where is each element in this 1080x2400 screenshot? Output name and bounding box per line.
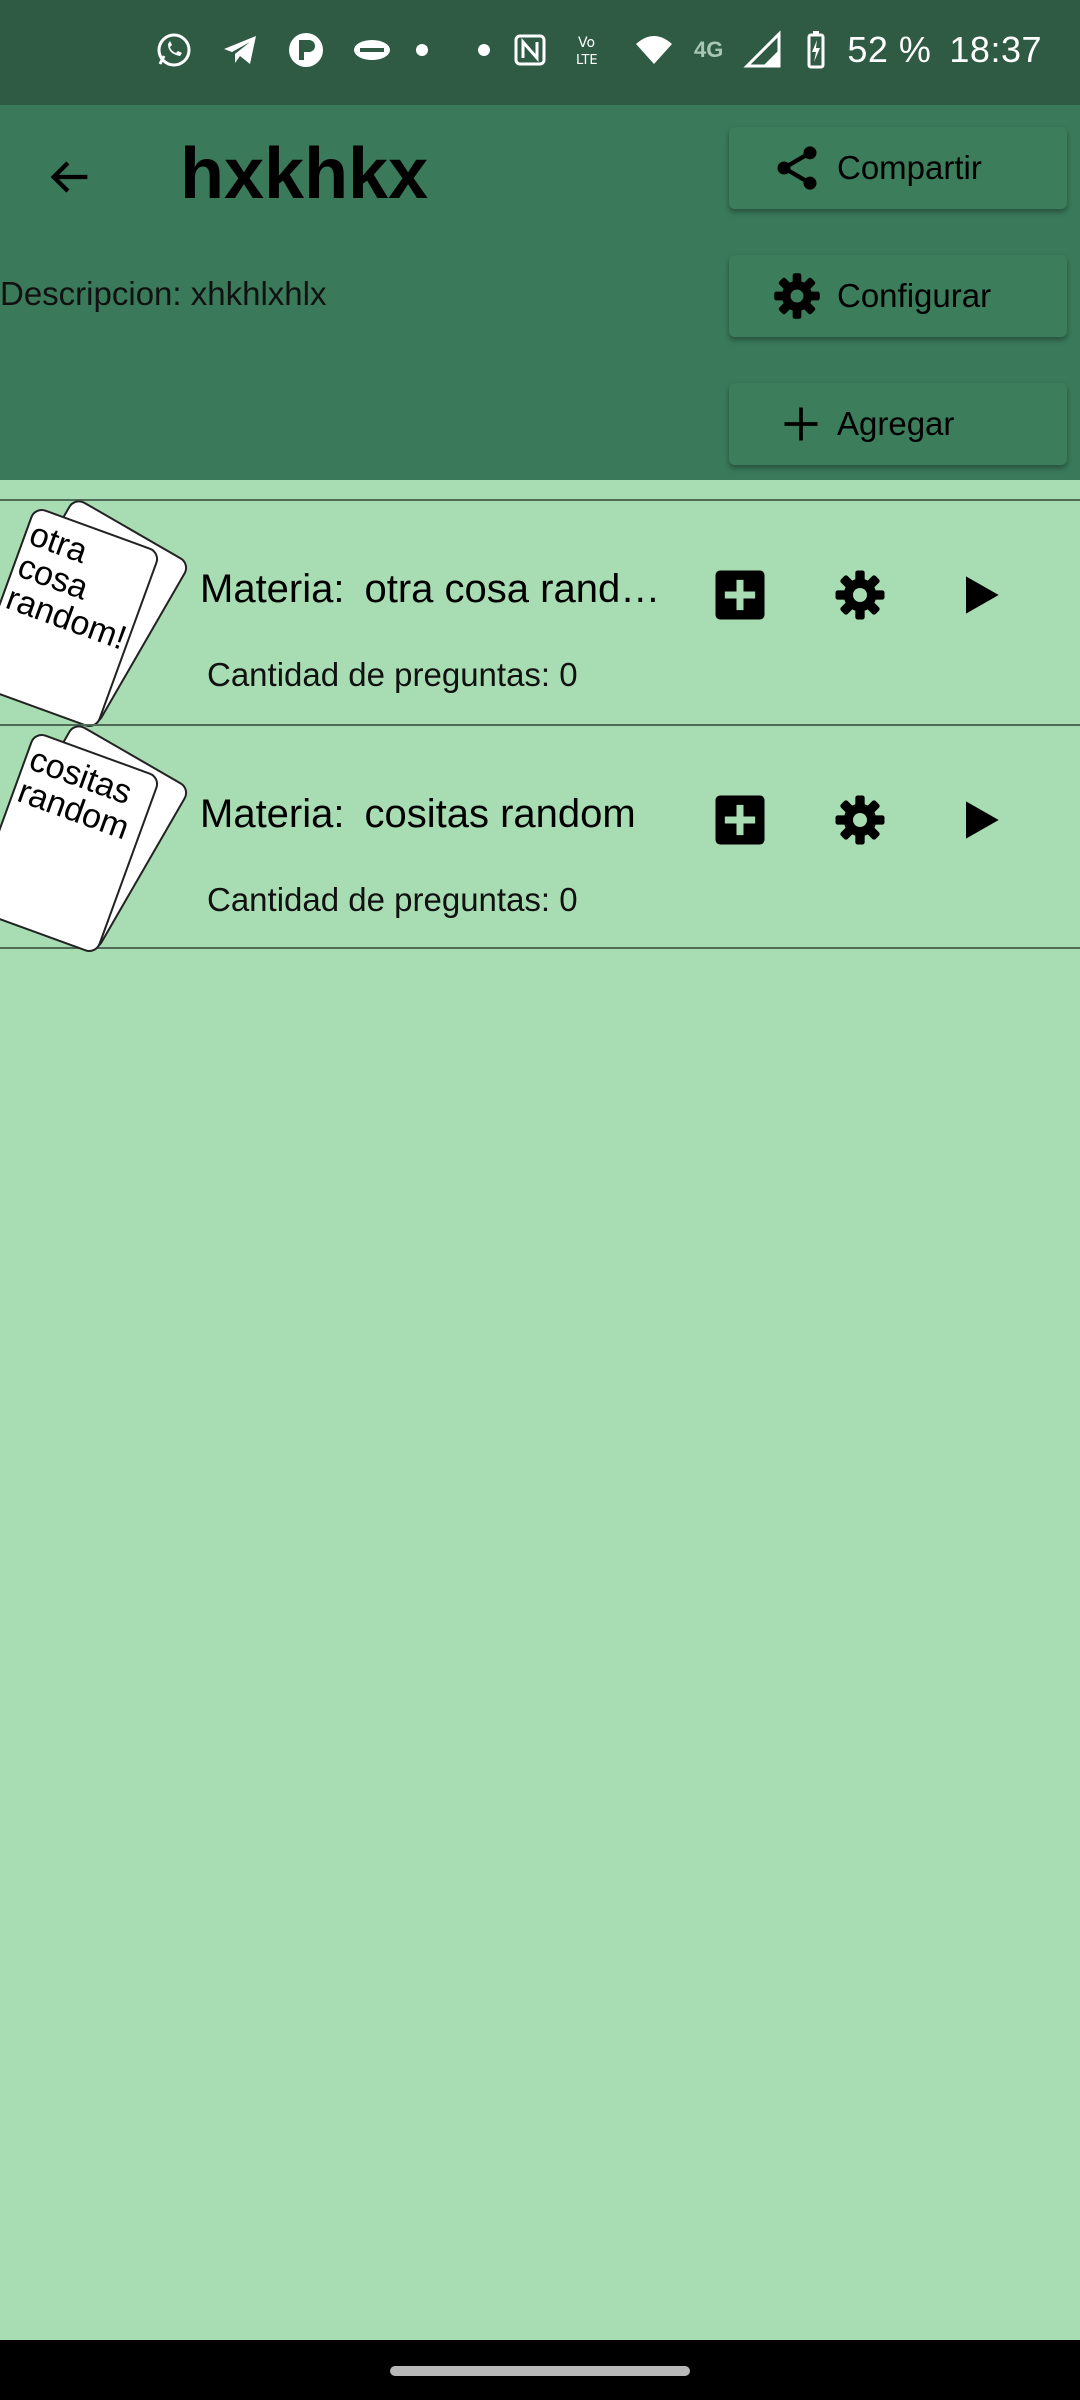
whatsapp-icon <box>152 28 196 72</box>
nfc-icon <box>508 28 552 72</box>
share-button[interactable]: Compartir <box>729 127 1067 209</box>
play-icon <box>966 801 999 839</box>
svg-text:LTE: LTE <box>576 53 598 68</box>
flashcard-stack: otra cosa random! <box>0 495 200 731</box>
network-type: 4G <box>693 37 724 62</box>
page-title: hxkhkx <box>180 134 429 214</box>
plus-box-icon <box>715 795 765 845</box>
status-notifications <box>152 28 428 72</box>
configure-label: Configurar <box>837 277 992 314</box>
subject-title: Materia: otra cosa rando… <box>200 567 680 612</box>
gear-icon <box>835 795 885 845</box>
subject-settings-button[interactable] <box>828 788 892 852</box>
subject-name: cositas random <box>364 792 636 836</box>
subject-title: Materia: cositas random <box>200 792 680 837</box>
subject-name: otra cosa rando… <box>364 567 681 611</box>
signal-icon <box>741 28 785 72</box>
telegram-icon <box>218 28 262 72</box>
list-item[interactable]: otra cosa random! Materia: otra cosa rand… <box>0 495 1080 731</box>
app-header: hxkhkx Descripcion: xhkhlxhlx Compartir … <box>0 105 1080 480</box>
subject-list: otra cosa random! Materia: otra cosa rand… <box>0 495 1080 956</box>
list-item[interactable]: cositas random Materia: cositas random Ca… <box>0 720 1080 956</box>
battery-percent: 52 % <box>847 29 932 70</box>
arrow-left-icon <box>50 161 88 193</box>
app-notification-icon <box>284 28 328 72</box>
subject-label: Materia: <box>200 567 345 611</box>
configure-button[interactable]: Configurar <box>729 255 1067 337</box>
add-question-button[interactable] <box>708 788 772 852</box>
flashcard-stack: cositas random <box>0 720 200 956</box>
share-label: Compartir <box>837 149 982 186</box>
notification-dot-icon <box>477 44 490 56</box>
battery-icon <box>803 28 829 72</box>
add-button[interactable]: Agregar <box>729 383 1067 465</box>
page-description: Descripcion: xhkhlxhlx <box>0 275 327 312</box>
notification-dot-icon <box>416 44 428 56</box>
gear-icon <box>774 273 820 319</box>
navigation-bar <box>0 2340 1080 2400</box>
back-button[interactable] <box>38 145 102 209</box>
play-button[interactable] <box>948 788 1012 852</box>
gear-icon <box>835 570 885 620</box>
question-count: Cantidad de preguntas: 0 <box>207 656 578 693</box>
volte-icon: Vo LTE <box>570 28 614 72</box>
add-question-button[interactable] <box>708 563 772 627</box>
plus-icon <box>784 407 818 441</box>
play-button[interactable] <box>948 563 1012 627</box>
status-bar: Vo LTE 4G 52 % 18:37 <box>0 0 1080 105</box>
clock: 18:37 <box>949 29 1042 70</box>
subject-label: Materia: <box>200 792 345 836</box>
status-system: Vo LTE 4G 52 % 18:37 <box>477 28 1042 72</box>
share-icon <box>777 146 817 190</box>
subject-settings-button[interactable] <box>828 563 892 627</box>
play-icon <box>966 576 999 614</box>
home-gesture-handle[interactable] <box>390 2366 690 2376</box>
plus-box-icon <box>715 570 765 620</box>
svg-text:Vo: Vo <box>578 35 595 51</box>
wifi-icon <box>632 28 676 72</box>
question-count: Cantidad de preguntas: 0 <box>207 881 578 918</box>
add-label: Agregar <box>837 405 955 442</box>
incognito-icon <box>350 28 394 72</box>
